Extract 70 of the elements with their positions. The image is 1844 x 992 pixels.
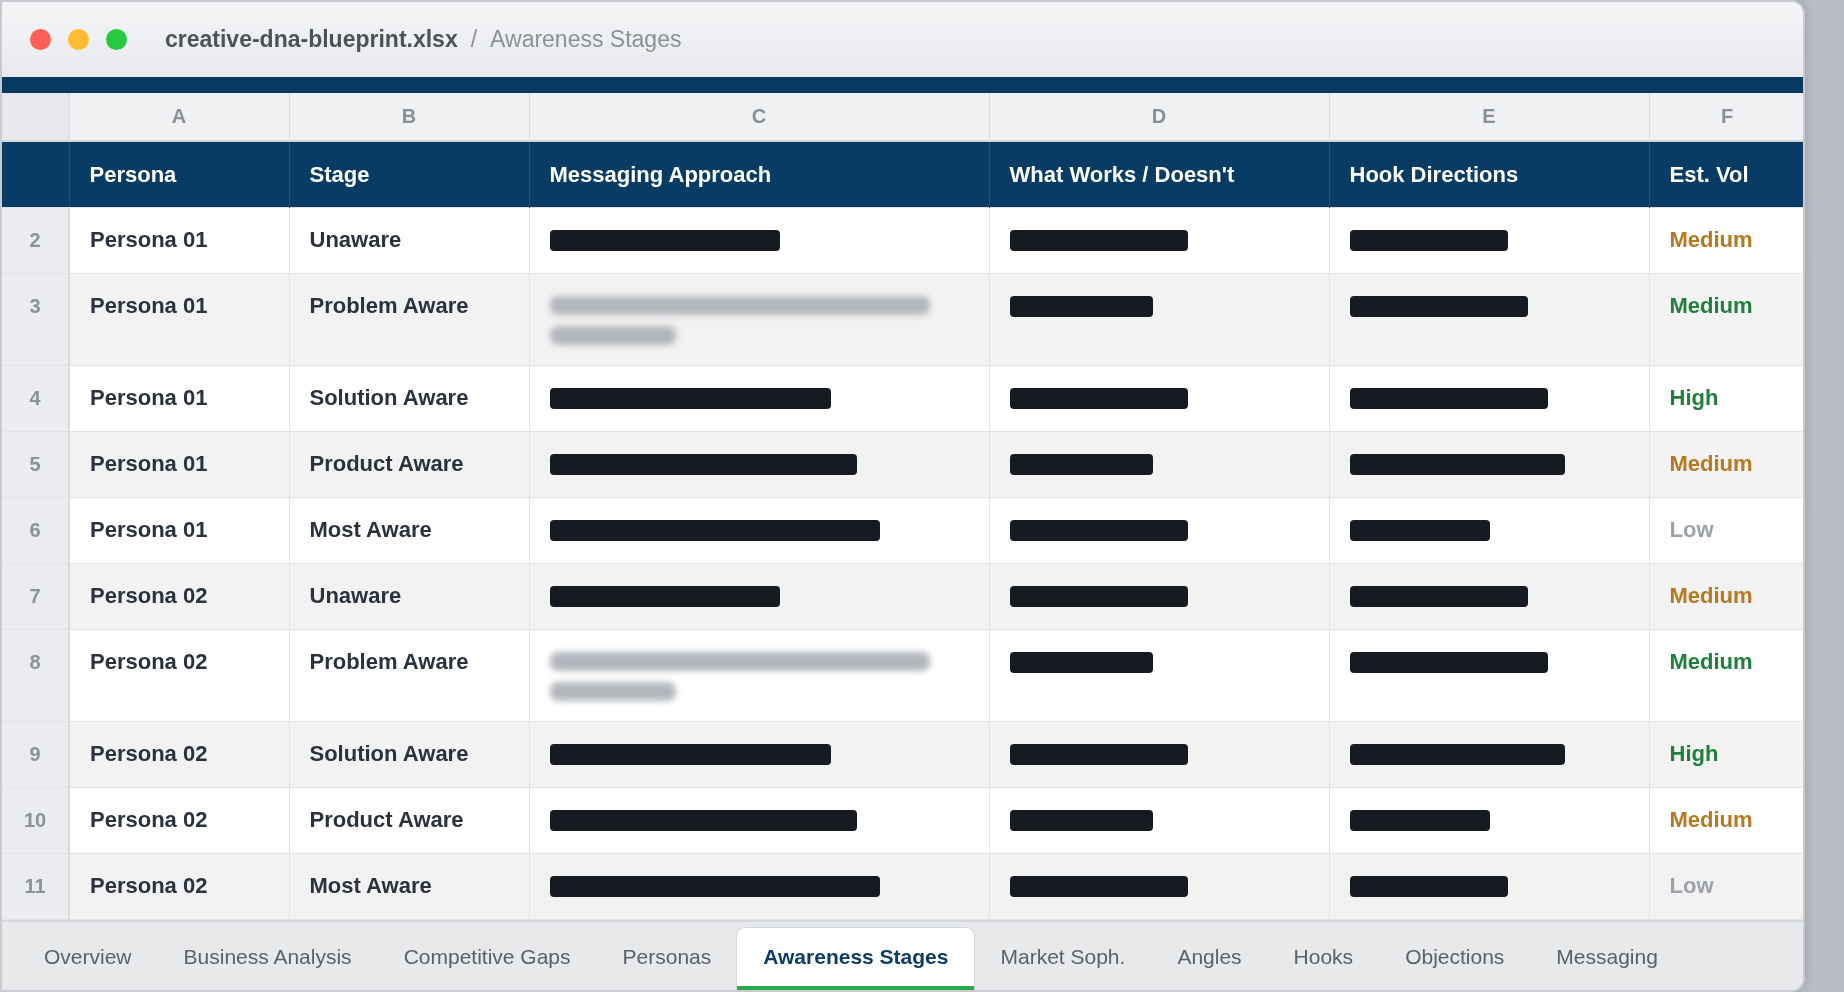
column-letter[interactable]: C: [529, 93, 989, 141]
sheet-tab[interactable]: Competitive Gaps: [377, 928, 597, 990]
file-name: creative-dna-blueprint.xlsx: [165, 26, 458, 53]
column-letter[interactable]: F: [1649, 93, 1803, 141]
column-letter[interactable]: E: [1329, 93, 1649, 141]
row-number[interactable]: 8: [2, 629, 69, 722]
column-header: Hook Directions: [1329, 141, 1649, 208]
row-header-cell: [2, 141, 69, 208]
table-cell: Medium: [1649, 207, 1803, 274]
table-cell: Medium: [1649, 431, 1803, 498]
column-letter[interactable]: D: [989, 93, 1329, 141]
sheet-tab[interactable]: Awareness Stages: [737, 928, 975, 990]
row-number[interactable]: 7: [2, 563, 69, 630]
column-letter[interactable]: B: [289, 93, 529, 141]
row-number[interactable]: 4: [2, 365, 69, 432]
table-cell: Problem Aware: [289, 629, 529, 722]
table-cell: Persona 02: [69, 721, 289, 788]
table-cell: Solution Aware: [289, 721, 529, 788]
table-cell: Persona 01: [69, 273, 289, 366]
sheet-tab[interactable]: Market Soph.: [974, 928, 1152, 990]
select-all-corner[interactable]: [2, 93, 69, 141]
table-cell: Low: [1649, 497, 1803, 564]
row-number[interactable]: 10: [2, 787, 69, 854]
table-cell: Persona 01: [69, 497, 289, 564]
table-cell: Unaware: [289, 563, 529, 630]
table-cell: Persona 01: [69, 207, 289, 274]
row-number[interactable]: 2: [2, 207, 69, 274]
sheet-title: Awareness Stages: [490, 26, 682, 53]
table-cell: Unaware: [289, 207, 529, 274]
row-number[interactable]: 11: [2, 853, 69, 920]
table-cell: High: [1649, 365, 1803, 432]
row-number[interactable]: 3: [2, 273, 69, 366]
column-letter[interactable]: A: [69, 93, 289, 141]
sheet-tab[interactable]: Messaging: [1530, 928, 1684, 990]
row-number[interactable]: 9: [2, 721, 69, 788]
zoom-button[interactable]: [106, 29, 127, 50]
table-cell: Most Aware: [289, 853, 529, 920]
row-number[interactable]: 6: [2, 497, 69, 564]
sheet-tab[interactable]: Personas: [596, 928, 738, 990]
sheet-tab[interactable]: Hooks: [1267, 928, 1380, 990]
row-number[interactable]: 5: [2, 431, 69, 498]
table-cell: Persona 02: [69, 853, 289, 920]
sheet-tab[interactable]: Objections: [1379, 928, 1531, 990]
table-cell: Medium: [1649, 629, 1803, 722]
path-separator: /: [470, 26, 478, 53]
table-cell: Low: [1649, 853, 1803, 920]
column-header: Messaging Approach: [529, 141, 989, 208]
column-header: Est. Vol: [1649, 141, 1803, 208]
table-cell: Medium: [1649, 273, 1803, 366]
table-cell: Medium: [1649, 563, 1803, 630]
table-cell: Persona 01: [69, 365, 289, 432]
sheet-tab[interactable]: Business Analysis: [157, 928, 378, 990]
column-header: Persona: [69, 141, 289, 208]
sheet-tab[interactable]: Overview: [18, 928, 158, 990]
close-button[interactable]: [30, 29, 51, 50]
table-cell: Solution Aware: [289, 365, 529, 432]
sheet-tab[interactable]: Angles: [1151, 928, 1268, 990]
table-cell: Persona 02: [69, 787, 289, 854]
column-header: Stage: [289, 141, 529, 208]
table-cell: High: [1649, 721, 1803, 788]
table-cell: Product Aware: [289, 787, 529, 854]
table-cell: Most Aware: [289, 497, 529, 564]
table-cell: Product Aware: [289, 431, 529, 498]
column-header: What Works / Doesn't: [989, 141, 1329, 208]
table-cell: Persona 01: [69, 431, 289, 498]
table-cell: Problem Aware: [289, 273, 529, 366]
table-cell: Medium: [1649, 787, 1803, 854]
minimize-button[interactable]: [68, 29, 89, 50]
table-cell: Persona 02: [69, 563, 289, 630]
table-cell: Persona 02: [69, 629, 289, 722]
